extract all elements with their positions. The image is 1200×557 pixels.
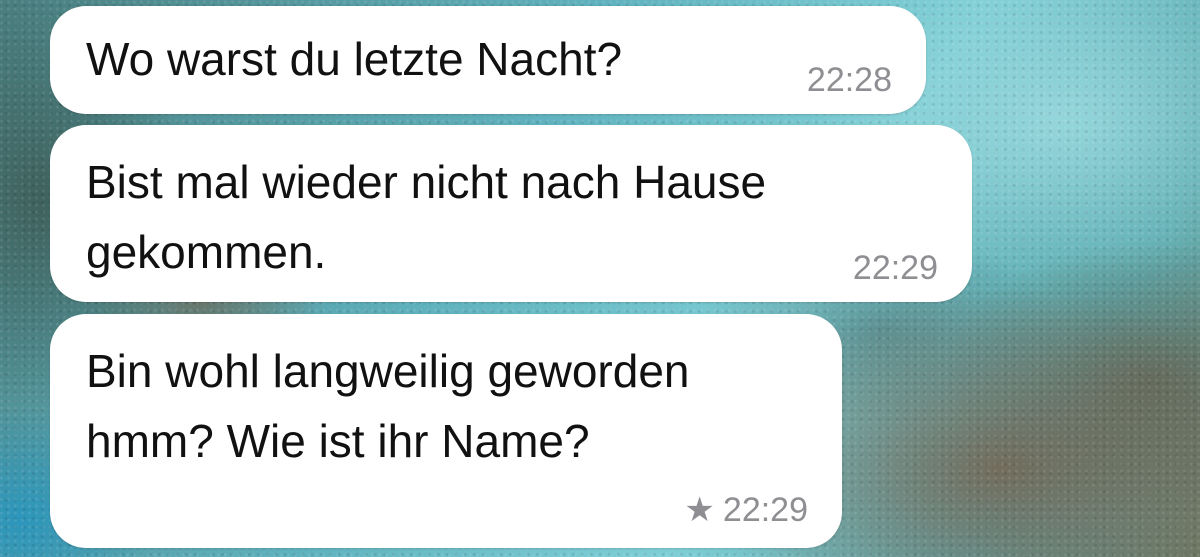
message-text: Bin wohl langweilig geworden hmm? Wie is… bbox=[86, 345, 690, 467]
timestamp-value: 22:28 bbox=[806, 61, 892, 99]
message-text: Bist mal wieder nicht nach Hause gekomme… bbox=[86, 156, 767, 278]
timestamp-value: 22:29 bbox=[722, 491, 808, 529]
message-timestamp: ★ 22:29 bbox=[684, 490, 808, 530]
message-bubble[interactable]: Bist mal wieder nicht nach Hause gekomme… bbox=[50, 125, 972, 302]
timestamp-value: 22:29 bbox=[852, 249, 938, 287]
message-bubble[interactable]: Bin wohl langweilig geworden hmm? Wie is… bbox=[50, 314, 842, 548]
message-timestamp: 22:28 bbox=[807, 61, 892, 100]
message-bubble[interactable]: Wo warst du letzte Nacht? 22:28 bbox=[50, 6, 926, 114]
message-text: Wo warst du letzte Nacht? bbox=[86, 33, 623, 85]
star-icon: ★ bbox=[684, 491, 715, 529]
message-timestamp: 22:29 bbox=[853, 249, 938, 288]
